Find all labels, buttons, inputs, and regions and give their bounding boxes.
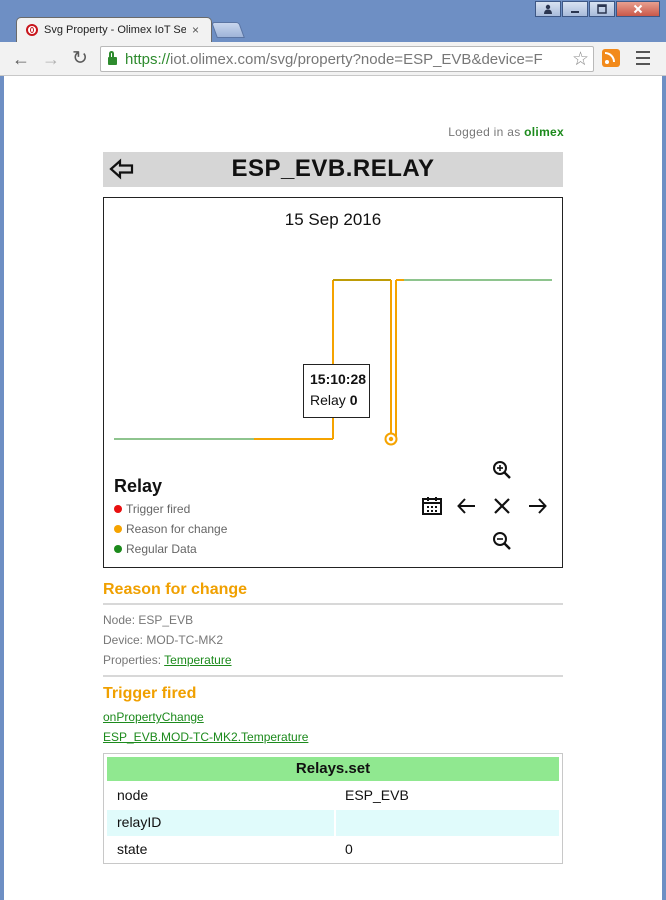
rss-icon[interactable] — [602, 49, 620, 67]
address-bar[interactable]: https://iot.olimex.com/svg/property?node… — [100, 46, 594, 72]
window-controls — [534, 1, 660, 18]
divider — [103, 675, 563, 677]
browser-toolbar: ← → ↻ https://iot.olimex.com/svg/propert… — [0, 42, 666, 76]
reason-properties: Properties: Temperature — [103, 653, 232, 667]
user-icon[interactable] — [535, 1, 561, 17]
table-row: state 0 — [117, 841, 353, 857]
tab-close-icon[interactable]: × — [192, 23, 199, 37]
reason-heading: Reason for change — [103, 581, 248, 598]
close-icon[interactable] — [490, 494, 514, 518]
zoom-out-icon[interactable] — [490, 529, 514, 553]
close-window-button[interactable] — [616, 1, 660, 17]
tooltip-time: 15:10:28 — [310, 371, 367, 387]
username-link[interactable]: olimex — [524, 125, 564, 139]
green-dot-icon — [114, 545, 122, 553]
page-viewport: Logged in as olimex ESP_EVB.RELAY 15 Sep… — [0, 76, 666, 900]
minimize-button[interactable] — [562, 1, 588, 17]
tooltip-value-row: Relay 0 — [310, 392, 358, 408]
trigger-link-temperature[interactable]: ESP_EVB.MOD-TC-MK2.Temperature — [103, 730, 308, 744]
selected-point-core — [388, 436, 394, 442]
legend-title: Relay — [114, 476, 163, 496]
relay-chart: 15 Sep 2016 15:10:28 Relay 0 Relay Trigg… — [103, 197, 563, 568]
chart-tooltip: 15:10:28 Relay 0 — [303, 364, 370, 418]
tab-title: Svg Property - Olimex IoT Se — [44, 24, 186, 36]
legend-item-regular-data: Regular Data — [114, 542, 197, 556]
reload-icon[interactable]: ↻ — [69, 48, 91, 70]
page-title: ESP_EVB.RELAY — [231, 155, 435, 182]
table-title: Relays.set — [107, 757, 559, 781]
back-arrow-icon[interactable]: ← — [10, 48, 32, 70]
arrow-left-icon[interactable] — [455, 494, 479, 518]
calendar-icon[interactable] — [420, 494, 444, 518]
menu-icon[interactable] — [636, 51, 650, 65]
login-status: Logged in as olimex — [448, 125, 564, 139]
browser-title-bar: Svg Property - Olimex IoT Se × — [0, 0, 666, 42]
page-header: ESP_EVB.RELAY — [103, 152, 563, 187]
red-dot-icon — [114, 505, 122, 513]
opera-favicon-icon — [26, 24, 38, 36]
arrow-right-icon[interactable] — [525, 494, 549, 518]
zoom-in-icon[interactable] — [490, 458, 514, 482]
legend-item-trigger-fired: Trigger fired — [114, 502, 190, 516]
orange-dot-icon — [114, 525, 122, 533]
new-tab-button[interactable] — [211, 22, 245, 38]
table-row: node ESP_EVB — [117, 787, 409, 803]
property-link-temperature[interactable]: Temperature — [164, 653, 231, 667]
trigger-heading: Trigger fired — [103, 685, 197, 702]
reason-device: Device: MOD-TC-MK2 — [103, 633, 224, 647]
forward-arrow-icon[interactable]: → — [40, 48, 62, 70]
browser-tab[interactable]: Svg Property - Olimex IoT Se × — [16, 17, 212, 42]
table-row: relayID — [107, 810, 559, 836]
reason-node: Node: ESP_EVB — [103, 613, 194, 627]
trigger-link-on-property-change[interactable]: onPropertyChange — [103, 710, 204, 724]
legend-item-reason-for-change: Reason for change — [114, 522, 227, 536]
bookmark-star-icon[interactable]: ☆ — [569, 48, 589, 71]
url-text: https://iot.olimex.com/svg/property?node… — [125, 50, 543, 68]
lock-icon — [108, 51, 117, 65]
maximize-button[interactable] — [589, 1, 615, 17]
divider — [103, 603, 563, 605]
relays-set-table: Relays.set node ESP_EVB relayID state 0 — [103, 753, 563, 864]
